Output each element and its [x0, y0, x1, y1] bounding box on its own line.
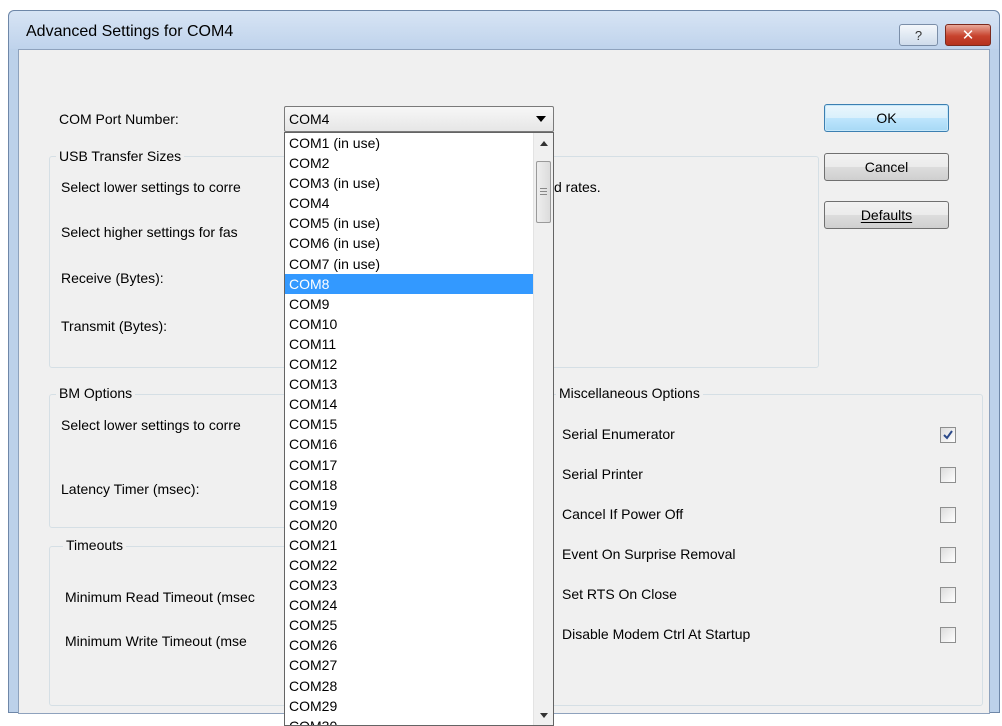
scroll-thumb[interactable] — [536, 161, 551, 223]
grip-line — [540, 188, 547, 189]
arrow-up-icon — [540, 141, 548, 146]
timeouts-legend: Timeouts — [63, 537, 127, 553]
defaults-button[interactable]: Defaults — [824, 201, 949, 229]
cancel-if-power-off-checkbox[interactable] — [940, 507, 956, 523]
cancel-button[interactable]: Cancel — [824, 153, 949, 181]
timeouts-group — [49, 546, 319, 706]
transmit-bytes-label: Transmit (Bytes): — [61, 318, 168, 334]
com-port-option[interactable]: COM22 — [285, 555, 533, 575]
com-port-option[interactable]: COM15 — [285, 414, 533, 434]
com-port-option[interactable]: COM10 — [285, 314, 533, 334]
com-port-option[interactable]: COM8 — [285, 273, 533, 294]
set-rts-on-close-label: Set RTS On Close — [562, 586, 677, 602]
com-port-options: COM1 (in use) COM2 COM3 (in use) COM4 COM5 (… — [285, 133, 533, 725]
checkmark-icon — [943, 430, 953, 440]
serial-printer-label: Serial Printer — [562, 466, 643, 482]
disable-modem-ctrl-label: Disable Modem Ctrl At Startup — [562, 626, 751, 642]
com-port-option[interactable]: COM14 — [285, 394, 533, 414]
window-title: Advanced Settings for COM4 — [26, 23, 234, 40]
com-port-label: COM Port Number: — [59, 111, 179, 127]
com-port-option[interactable]: COM28 — [285, 676, 533, 696]
scroll-down-button[interactable] — [534, 707, 553, 725]
grip-line — [540, 191, 547, 192]
com-port-option[interactable]: COM20 — [285, 515, 533, 535]
misc-options-legend: Miscellaneous Options — [556, 385, 703, 401]
min-read-timeout-label: Minimum Read Timeout (msec — [65, 589, 255, 605]
close-icon: ✕ — [961, 27, 975, 44]
com-port-option[interactable]: COM24 — [285, 595, 533, 615]
com-port-option[interactable]: COM9 — [285, 294, 533, 314]
com-port-option[interactable]: COM23 — [285, 575, 533, 595]
com-port-option[interactable]: COM3 (in use) — [285, 173, 533, 193]
grip-line — [540, 194, 547, 195]
receive-bytes-label: Receive (Bytes): — [61, 270, 164, 286]
com-port-option[interactable]: COM29 — [285, 696, 533, 716]
com-port-option[interactable]: COM25 — [285, 615, 533, 635]
help-icon: ? — [914, 27, 923, 43]
com-port-option[interactable]: COM2 — [285, 153, 533, 173]
scroll-up-button[interactable] — [534, 133, 553, 151]
com-port-option[interactable]: COM19 — [285, 495, 533, 515]
bm-options-help: Select lower settings to corre — [61, 417, 241, 433]
com-port-option[interactable]: COM16 — [285, 434, 533, 454]
com-port-option[interactable]: COM6 (in use) — [285, 233, 533, 253]
com-port-option[interactable]: COM11 — [285, 334, 533, 354]
com-port-option[interactable]: COM5 (in use) — [285, 213, 533, 233]
ok-button[interactable]: OK — [824, 104, 949, 132]
serial-printer-checkbox[interactable] — [940, 467, 956, 483]
latency-timer-label: Latency Timer (msec): — [61, 481, 200, 497]
arrow-down-icon — [540, 713, 548, 718]
com-port-option[interactable]: COM12 — [285, 354, 533, 374]
com-port-selected-value: COM4 — [289, 111, 330, 127]
cancel-if-power-off-label: Cancel If Power Off — [562, 506, 684, 522]
com-port-option[interactable]: COM13 — [285, 374, 533, 394]
com-port-option[interactable]: COM1 (in use) — [285, 133, 533, 153]
usb-transfer-legend: USB Transfer Sizes — [56, 148, 185, 164]
close-button[interactable]: ✕ — [945, 24, 991, 46]
serial-enumerator-label: Serial Enumerator — [562, 426, 675, 442]
com-port-select[interactable]: COM4 — [284, 106, 554, 132]
dialog-body: COM Port Number: COM4 USB Transfer Sizes… — [18, 49, 990, 726]
com-port-dropdown-list[interactable]: COM1 (in use) COM2 COM3 (in use) COM4 COM5 (… — [284, 132, 554, 726]
dropdown-scrollbar[interactable] — [533, 133, 553, 725]
dialog-window: Advanced Settings for COM4 ? ✕ COM Port … — [8, 10, 1000, 726]
min-write-timeout-label: Minimum Write Timeout (mse — [65, 633, 247, 649]
com-port-option[interactable]: COM4 — [285, 193, 533, 213]
disable-modem-ctrl-checkbox[interactable] — [940, 627, 956, 643]
set-rts-on-close-checkbox[interactable] — [940, 587, 956, 603]
com-port-option[interactable]: COM17 — [285, 455, 533, 475]
serial-enumerator-checkbox[interactable] — [940, 427, 956, 443]
com-port-option[interactable]: COM26 — [285, 635, 533, 655]
usb-transfer-help-2: Select higher settings for fas — [61, 224, 238, 240]
chevron-down-icon[interactable] — [536, 116, 546, 122]
com-port-option[interactable]: COM7 (in use) — [285, 254, 533, 274]
usb-transfer-help-1: Select lower settings to corre — [61, 179, 241, 195]
com-port-option[interactable]: COM21 — [285, 535, 533, 555]
com-port-option[interactable]: COM30 — [285, 716, 533, 725]
title-bar: Advanced Settings for COM4 ? ✕ — [9, 11, 999, 49]
help-button[interactable]: ? — [899, 24, 938, 46]
com-port-option[interactable]: COM27 — [285, 655, 533, 675]
usb-transfer-help-1-tail: d rates. — [554, 179, 601, 195]
event-on-surprise-removal-checkbox[interactable] — [940, 547, 956, 563]
event-on-surprise-removal-label: Event On Surprise Removal — [562, 546, 736, 562]
bm-options-legend: BM Options — [56, 385, 136, 401]
com-port-option[interactable]: COM18 — [285, 475, 533, 495]
bm-options-group — [49, 394, 319, 528]
